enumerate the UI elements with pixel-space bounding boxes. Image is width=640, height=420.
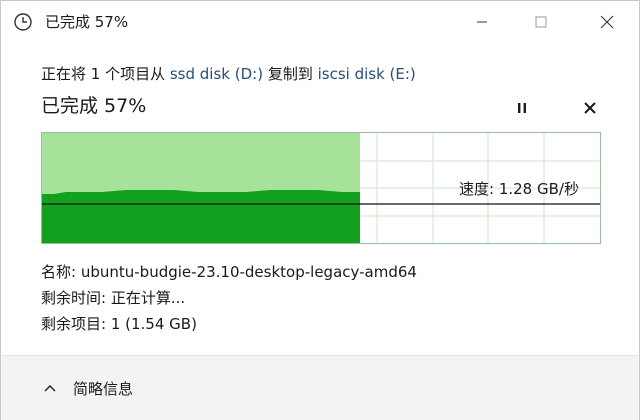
close-icon xyxy=(584,102,596,114)
pause-icon xyxy=(518,103,526,113)
title-bar[interactable]: 已完成 57% xyxy=(1,1,639,43)
pause-button[interactable] xyxy=(509,95,535,121)
speed-history-area xyxy=(42,190,360,243)
items-remaining-value: 1 (1.54 GB) xyxy=(110,315,197,333)
time-remaining-row: 剩余时间: 正在计算... xyxy=(41,287,185,309)
file-name-row: 名称: ubuntu-budgie-23.10-desktop-legacy-a… xyxy=(41,261,417,283)
destination-link[interactable]: iscsi disk (E:) xyxy=(318,65,416,83)
maximize-icon xyxy=(535,16,547,28)
time-remaining-value: 正在计算... xyxy=(110,289,186,307)
source-link[interactable]: ssd disk (D:) xyxy=(170,65,263,83)
window-close-button[interactable] xyxy=(581,1,633,43)
progress-title: 已完成 57% xyxy=(41,95,147,117)
cancel-button[interactable] xyxy=(577,95,603,121)
maximize-button[interactable] xyxy=(515,1,567,43)
minimize-button[interactable] xyxy=(456,1,508,43)
file-name-value: ubuntu-budgie-23.10-desktop-legacy-amd64 xyxy=(80,263,417,281)
copy-middle: 复制到 xyxy=(263,65,318,83)
clock-icon xyxy=(13,12,33,32)
close-icon xyxy=(600,15,614,29)
footer: 简略信息 xyxy=(1,355,639,420)
copy-progress-window: 已完成 57% 正在将 1 个项目从 ssd disk (D:) 复制到 isc… xyxy=(0,0,640,420)
items-remaining-row: 剩余项目: 1 (1.54 GB) xyxy=(41,313,197,335)
copy-prefix: 正在将 1 个项目从 xyxy=(41,65,170,83)
file-name-label: 名称: xyxy=(41,263,81,281)
window-title: 已完成 57% xyxy=(45,13,129,31)
copy-description: 正在将 1 个项目从 ssd disk (D:) 复制到 iscsi disk … xyxy=(41,63,416,85)
items-remaining-label: 剩余项目: xyxy=(41,315,111,333)
speed-label: 速度: 1.28 GB/秒 xyxy=(459,180,579,198)
less-details-label: 简略信息 xyxy=(73,380,134,398)
minimize-icon xyxy=(477,21,487,23)
time-remaining-label: 剩余时间: xyxy=(41,289,111,307)
chevron-up-icon xyxy=(44,385,56,392)
less-details-toggle[interactable]: 简略信息 xyxy=(43,378,133,400)
